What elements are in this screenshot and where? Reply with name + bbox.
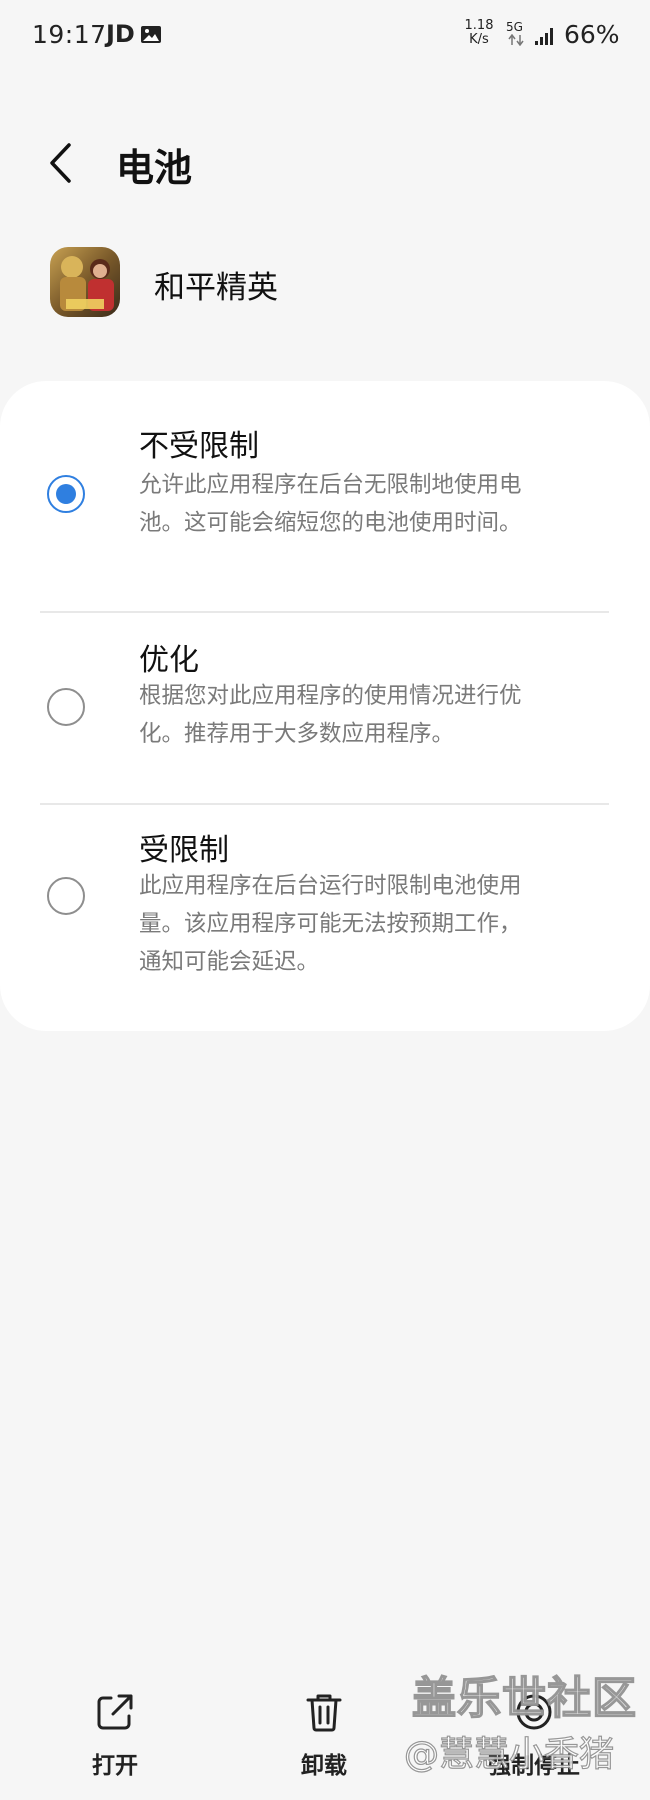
option-title: 不受限制 xyxy=(139,429,259,464)
open-external-icon xyxy=(97,1694,133,1730)
network-type: 5G xyxy=(506,20,523,34)
option-restricted[interactable]: 受限制 此应用程序在后台运行时限制电池使用量。该应用程序可能无法按预期工作，通知… xyxy=(0,805,650,1031)
net-speed-value: 1.18 xyxy=(464,18,494,33)
battery-options-card: 不受限制 允许此应用程序在后台无限制地使用电池。这可能会缩短您的电池使用时间。 … xyxy=(0,381,650,1031)
option-title: 受限制 xyxy=(139,833,229,868)
radio-unrestricted[interactable] xyxy=(47,475,85,513)
open-button[interactable]: 打开 xyxy=(55,1690,175,1780)
trash-icon xyxy=(306,1694,342,1732)
watermark-handle: @慧慧小香猪 xyxy=(403,1734,615,1775)
radio-restricted[interactable] xyxy=(47,877,85,915)
status-time: 19:17 xyxy=(32,20,107,49)
back-button[interactable] xyxy=(40,135,80,191)
uninstall-button[interactable]: 卸载 xyxy=(264,1690,384,1780)
option-unrestricted[interactable]: 不受限制 允许此应用程序在后台无限制地使用电池。这可能会缩短您的电池使用时间。 xyxy=(0,381,650,611)
chevron-left-icon xyxy=(50,143,71,183)
data-arrows-icon xyxy=(508,34,524,46)
app-name: 和平精英 xyxy=(154,270,278,306)
open-label: 打开 xyxy=(92,1753,138,1779)
option-optimized[interactable]: 优化 根据您对此应用程序的使用情况进行优化。推荐用于大多数应用程序。 xyxy=(0,613,650,803)
status-bar: 19:17 JD 1.18 K/s 5G 66% xyxy=(0,0,650,70)
option-description: 允许此应用程序在后台无限制地使用电池。这可能会缩短您的电池使用时间。 xyxy=(139,472,522,536)
radio-optimized[interactable] xyxy=(47,688,85,726)
photo-icon xyxy=(141,26,161,43)
watermark-title: 盖乐世社区 xyxy=(411,1672,637,1725)
jd-badge: JD xyxy=(106,20,135,48)
net-speed-unit: K/s xyxy=(469,32,489,47)
net-speed: 1.18 K/s xyxy=(462,19,496,47)
app-icon xyxy=(50,247,120,317)
option-description: 此应用程序在后台运行时限制电池使用量。该应用程序可能无法按预期工作，通知可能会延… xyxy=(139,873,522,975)
signal-icon xyxy=(535,28,553,45)
option-description: 根据您对此应用程序的使用情况进行优化。推荐用于大多数应用程序。 xyxy=(139,683,522,747)
battery-level: 66% xyxy=(564,20,620,49)
option-title: 优化 xyxy=(139,643,199,678)
uninstall-label: 卸载 xyxy=(301,1753,347,1779)
page-title: 电池 xyxy=(116,146,193,190)
